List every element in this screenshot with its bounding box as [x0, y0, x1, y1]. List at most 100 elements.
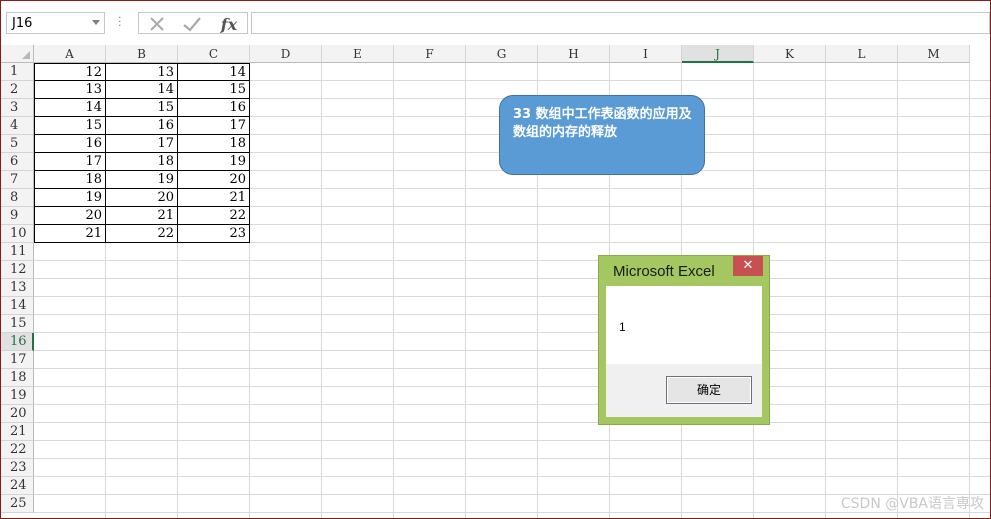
cell-b3[interactable]: 15	[106, 99, 178, 117]
cell-c4[interactable]: 17	[178, 117, 250, 135]
cell-c10[interactable]: 23	[178, 225, 250, 243]
cell-a2[interactable]: 13	[34, 81, 106, 99]
row-header-20[interactable]: 20	[1, 405, 34, 423]
row-header-21[interactable]: 21	[1, 423, 34, 441]
formula-bar: J16 · · · fx	[1, 1, 990, 45]
row-header-4[interactable]: 4	[1, 117, 34, 135]
column-header-c[interactable]: C	[178, 45, 250, 63]
row-header-3[interactable]: 3	[1, 99, 34, 117]
cell-a5[interactable]: 16	[34, 135, 106, 153]
column-header-a[interactable]: A	[34, 45, 106, 63]
message-box-footer: 确定	[606, 364, 762, 417]
cell-c2[interactable]: 15	[178, 81, 250, 99]
row-header-7[interactable]: 7	[1, 171, 34, 189]
row-header-8[interactable]: 8	[1, 189, 34, 207]
row-header-10[interactable]: 10	[1, 225, 34, 243]
row-header-12[interactable]: 12	[1, 261, 34, 279]
row-header-16[interactable]: 16	[1, 333, 34, 351]
column-header-f[interactable]: F	[394, 45, 466, 63]
gridline-horizontal	[34, 260, 990, 261]
gridline-vertical	[897, 63, 898, 518]
gridline-horizontal	[34, 278, 990, 279]
cancel-icon[interactable]	[145, 14, 169, 34]
column-header-k[interactable]: K	[754, 45, 826, 63]
cell-b8[interactable]: 20	[106, 189, 178, 207]
cell-a4[interactable]: 15	[34, 117, 106, 135]
row-header-18[interactable]: 18	[1, 369, 34, 387]
column-header-b[interactable]: B	[106, 45, 178, 63]
row-header-6[interactable]: 6	[1, 153, 34, 171]
cell-b7[interactable]: 19	[106, 171, 178, 189]
row-header-11[interactable]: 11	[1, 243, 34, 261]
gridline-horizontal	[34, 368, 990, 369]
row-header-5[interactable]: 5	[1, 135, 34, 153]
cell-a10[interactable]: 21	[34, 225, 106, 243]
cell-b4[interactable]: 16	[106, 117, 178, 135]
gridline-vertical	[321, 63, 322, 518]
name-box[interactable]: J16	[6, 12, 105, 34]
row-header-25[interactable]: 25	[1, 495, 34, 513]
cell-b6[interactable]: 18	[106, 153, 178, 171]
cell-a1[interactable]: 12	[34, 63, 106, 81]
worksheet-grid[interactable]: A B C D E F G H I J K L M 1 2 3 4 5 6 7 8 9 10 11 12 13 14 15 16 17 18…	[1, 45, 990, 518]
cell-a7[interactable]: 18	[34, 171, 106, 189]
column-header-i[interactable]: I	[610, 45, 682, 63]
excel-window: J16 · · · fx A B C D E F G H I J K L M 1 2 3 4 5 6 7 8 9 10 11 12 1…	[0, 0, 991, 519]
row-header-15[interactable]: 15	[1, 315, 34, 333]
gridline-horizontal	[34, 404, 990, 405]
gridline-vertical	[465, 63, 466, 518]
enter-icon[interactable]	[180, 14, 204, 34]
cell-c8[interactable]: 21	[178, 189, 250, 207]
name-box-value: J16	[12, 16, 33, 31]
cell-c3[interactable]: 16	[178, 99, 250, 117]
cell-b5[interactable]: 17	[106, 135, 178, 153]
cell-a3[interactable]: 14	[34, 99, 106, 117]
ok-button[interactable]: 确定	[666, 376, 752, 404]
message-box: Microsoft Excel ✕ 1 确定	[598, 255, 770, 425]
row-header-17[interactable]: 17	[1, 351, 34, 369]
row-header-23[interactable]: 23	[1, 459, 34, 477]
cell-a9[interactable]: 20	[34, 207, 106, 225]
drag-handle-icon[interactable]: · · ·	[118, 12, 122, 31]
row-header-9[interactable]: 9	[1, 207, 34, 225]
formula-buttons: fx	[138, 12, 248, 34]
cell-c1[interactable]: 14	[178, 63, 250, 81]
cell-c9[interactable]: 22	[178, 207, 250, 225]
chevron-down-icon[interactable]	[92, 20, 100, 25]
watermark: CSDN @VBA语言専攻	[840, 496, 984, 512]
gridline-horizontal	[34, 476, 990, 477]
row-header-2[interactable]: 2	[1, 81, 34, 99]
row-header-14[interactable]: 14	[1, 297, 34, 315]
cell-a8[interactable]: 19	[34, 189, 106, 207]
rounded-rectangle-shape[interactable]: 33 数组中工作表函数的应用及数组的内存的释放	[499, 95, 705, 175]
row-header-19[interactable]: 19	[1, 387, 34, 405]
close-button[interactable]: ✕	[733, 256, 763, 276]
gridline-horizontal	[34, 386, 990, 387]
gridline-horizontal	[34, 296, 990, 297]
cell-c7[interactable]: 20	[178, 171, 250, 189]
cell-c6[interactable]: 19	[178, 153, 250, 171]
message-box-body: 1 确定	[606, 286, 762, 417]
cell-c5[interactable]: 18	[178, 135, 250, 153]
cell-b1[interactable]: 13	[106, 63, 178, 81]
column-header-l[interactable]: L	[826, 45, 898, 63]
fx-label: fx	[220, 14, 238, 34]
cell-b10[interactable]: 22	[106, 225, 178, 243]
gridline-vertical	[825, 63, 826, 518]
column-header-m[interactable]: M	[898, 45, 970, 63]
column-header-g[interactable]: G	[466, 45, 538, 63]
cell-b9[interactable]: 21	[106, 207, 178, 225]
formula-input[interactable]	[251, 12, 990, 34]
column-header-d[interactable]: D	[250, 45, 322, 63]
select-all-button[interactable]	[1, 45, 34, 63]
cell-b2[interactable]: 14	[106, 81, 178, 99]
column-header-j[interactable]: J	[682, 45, 754, 63]
row-header-24[interactable]: 24	[1, 477, 34, 495]
column-header-e[interactable]: E	[322, 45, 394, 63]
column-header-h[interactable]: H	[538, 45, 610, 63]
row-header-13[interactable]: 13	[1, 279, 34, 297]
insert-function-icon[interactable]: fx	[217, 14, 241, 34]
row-header-22[interactable]: 22	[1, 441, 34, 459]
cell-a6[interactable]: 17	[34, 153, 106, 171]
row-header-1[interactable]: 1	[1, 63, 34, 81]
